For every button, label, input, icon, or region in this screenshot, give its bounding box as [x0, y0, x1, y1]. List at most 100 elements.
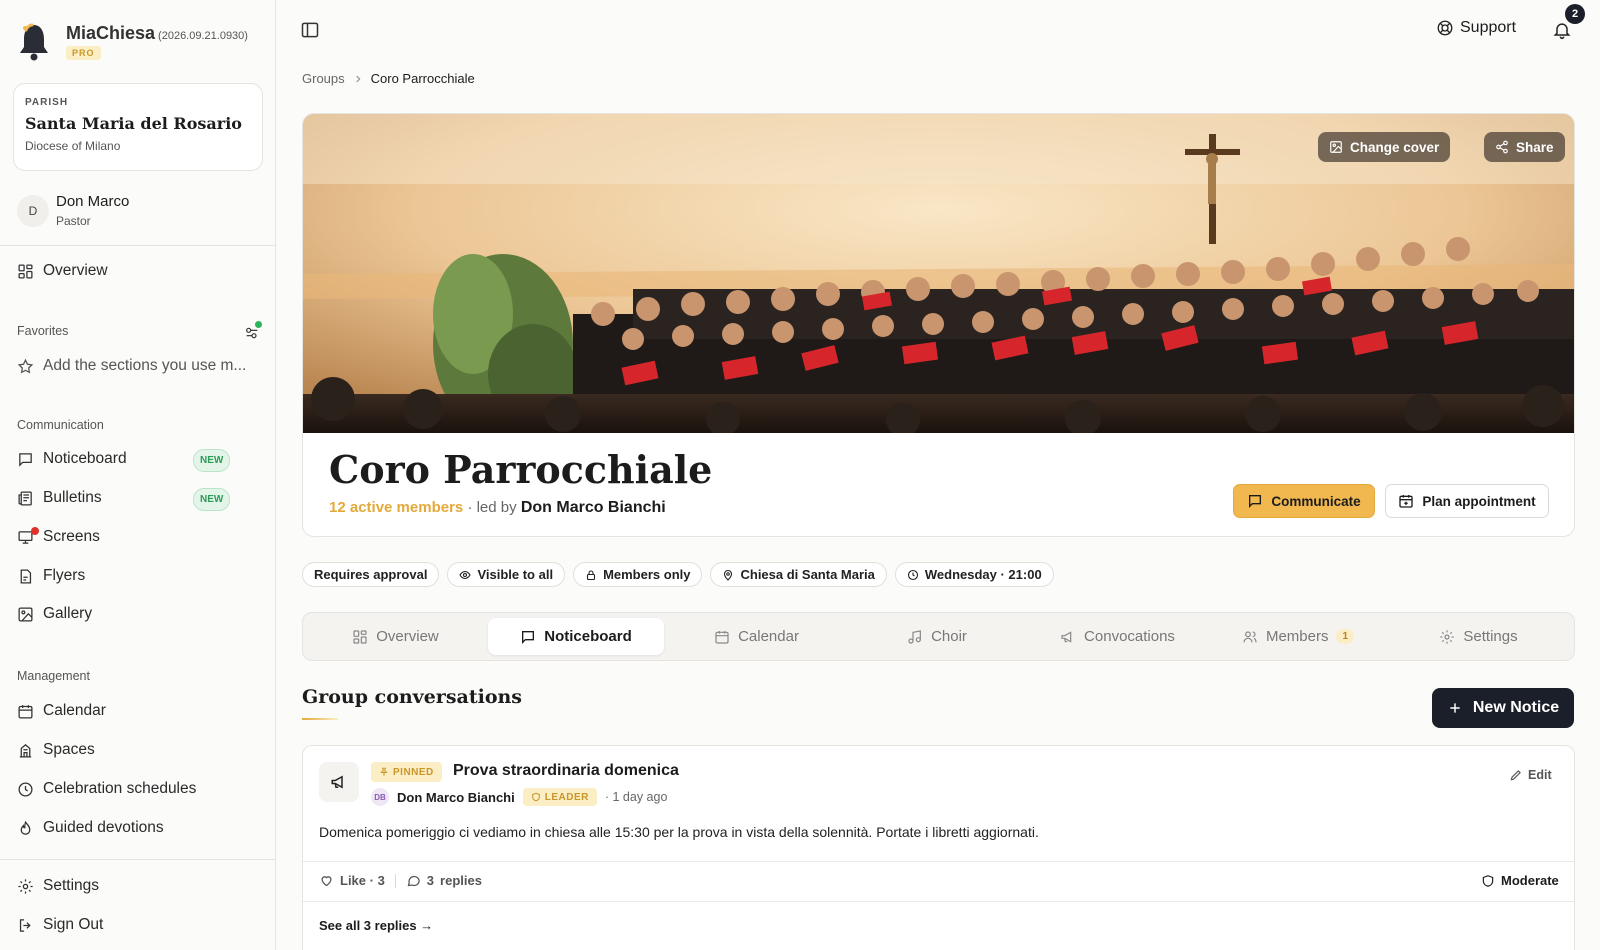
- calendar-icon: [715, 630, 729, 644]
- sidebar-item-settings[interactable]: Settings: [17, 872, 257, 900]
- sidebar-item-label: Spaces: [43, 741, 95, 758]
- share-button[interactable]: Share: [1484, 132, 1565, 162]
- favorites-hint[interactable]: Add the sections you use m...: [17, 352, 257, 380]
- chip-members-only: Members only: [573, 562, 703, 587]
- newspaper-icon: [18, 490, 32, 506]
- image-icon: [18, 606, 33, 622]
- see-all-replies-link[interactable]: See all 3 replies →: [319, 918, 433, 933]
- pinned-badge: PINNED: [371, 762, 442, 782]
- led-by-text: · led by: [467, 499, 517, 516]
- breadcrumb: Groups Coro Parrocchiale: [302, 71, 475, 86]
- notification-bell-icon[interactable]: [1552, 20, 1572, 40]
- parish-card[interactable]: PARISH Santa Maria del Rosario Diocese o…: [13, 83, 263, 171]
- sidebar-item-label: Noticeboard: [43, 450, 127, 467]
- clock-icon: [18, 781, 33, 797]
- support-label: Support: [1460, 19, 1517, 36]
- sidebar-toggle-icon[interactable]: [300, 20, 320, 40]
- tab-convocations[interactable]: Convocations: [1030, 618, 1205, 655]
- avatar: D: [17, 195, 49, 227]
- pin-icon: [380, 767, 388, 776]
- sidebar-item-label: Guided devotions: [43, 819, 164, 836]
- favorites-hint-text: Add the sections you use m...: [43, 357, 247, 374]
- sidebar-item-label: Overview: [43, 262, 108, 279]
- share-label: Share: [1516, 139, 1554, 155]
- change-cover-button[interactable]: Change cover: [1318, 132, 1451, 162]
- chevron-right-icon: [356, 75, 361, 82]
- user-name: Don Marco: [56, 193, 130, 210]
- tab-settings[interactable]: Settings: [1391, 618, 1566, 655]
- active-members-link[interactable]: 12 active members: [329, 499, 463, 516]
- sidebar-item-sign-out[interactable]: Sign Out: [17, 911, 257, 939]
- tab-members[interactable]: Members 1: [1210, 618, 1386, 655]
- new-notice-button[interactable]: New Notice: [1432, 688, 1574, 728]
- group-header-card: Change cover Share Coro Parrocchiale 12 …: [302, 113, 1575, 537]
- chip-label: Visible to all: [477, 567, 554, 582]
- sidebar-item-screens[interactable]: Screens: [17, 523, 257, 551]
- sidebar-item-overview[interactable]: Overview: [17, 257, 257, 285]
- communicate-button[interactable]: Communicate: [1233, 484, 1375, 518]
- author-avatar: DB: [371, 788, 389, 806]
- grid-icon: [18, 263, 33, 279]
- action-separator: [394, 873, 396, 888]
- tab-overview[interactable]: Overview: [308, 618, 483, 655]
- post-actions: Like · 3 3 replies: [319, 873, 482, 888]
- log-out-icon: [19, 918, 31, 932]
- chip-label: Requires approval: [314, 567, 428, 582]
- sidebar-item-label: Calendar: [43, 702, 106, 719]
- author-name[interactable]: Don Marco Bianchi: [397, 790, 515, 805]
- brand[interactable]: MiaChiesa (2026.09.21.0930) PRO: [16, 20, 266, 64]
- user-role: Pastor: [56, 214, 91, 228]
- edit-button[interactable]: Edit: [1509, 768, 1552, 782]
- tab-label: Choir: [931, 628, 967, 645]
- sidebar-item-spaces[interactable]: Spaces: [17, 736, 257, 764]
- tab-label: Overview: [376, 628, 439, 645]
- new-badge: NEW: [193, 488, 231, 511]
- parish-label: PARISH: [25, 97, 69, 108]
- sidebar-item-celebration-schedules[interactable]: Celebration schedules: [17, 775, 257, 803]
- moderate-button[interactable]: Moderate: [1481, 873, 1559, 888]
- tab-choir[interactable]: Choir: [849, 618, 1025, 655]
- calendar-plus-icon: [1399, 495, 1414, 508]
- building-icon: [19, 743, 32, 758]
- flame-icon: [20, 820, 31, 835]
- shield-icon: [531, 792, 540, 802]
- plus-icon: [1450, 703, 1460, 713]
- replies-count: 3: [426, 873, 435, 888]
- sidebar-item-label: Screens: [43, 528, 100, 545]
- plan-badge: PRO: [66, 46, 101, 60]
- top-bar: Support 2: [276, 0, 1600, 60]
- chip-label: Chiesa di Santa Maria: [740, 567, 875, 582]
- like-label: Like · 3: [340, 873, 385, 888]
- notification-count: 2: [1565, 4, 1585, 24]
- change-cover-label: Change cover: [1350, 139, 1440, 155]
- tab-noticeboard[interactable]: Noticeboard: [488, 618, 664, 655]
- like-button[interactable]: Like · 3: [319, 873, 385, 888]
- lifebuoy-icon: [1437, 20, 1453, 36]
- post-time: · 1 day ago: [604, 790, 668, 804]
- sidebar-item-guided-devotions[interactable]: Guided devotions: [17, 814, 257, 842]
- sidebar-item-label: Sign Out: [43, 916, 104, 933]
- replies-label: replies: [440, 873, 482, 888]
- cover-image: Change cover Share: [303, 114, 1574, 433]
- breadcrumb-groups[interactable]: Groups: [302, 71, 345, 86]
- tab-calendar[interactable]: Calendar: [669, 618, 844, 655]
- star-icon: [17, 358, 34, 374]
- user-profile[interactable]: D Don Marco Pastor: [13, 190, 263, 234]
- users-icon: [1243, 630, 1257, 642]
- support-button[interactable]: Support: [1436, 19, 1516, 37]
- management-label: Management: [17, 669, 90, 683]
- sidebar-item-gallery[interactable]: Gallery: [17, 600, 257, 628]
- sidebar-item-label: Bulletins: [43, 489, 102, 506]
- notice-post: PINNED Prova straordinaria domenica DB D…: [302, 745, 1575, 950]
- gear-icon: [1440, 629, 1455, 644]
- message-square-icon: [19, 452, 32, 467]
- message-square-icon: [1249, 495, 1262, 508]
- sidebar-item-calendar[interactable]: Calendar: [17, 697, 257, 725]
- plan-appointment-button[interactable]: Plan appointment: [1385, 484, 1549, 518]
- post-title[interactable]: Prova straordinaria domenica: [453, 762, 679, 780]
- replies-button[interactable]: 3 replies: [406, 873, 482, 888]
- members-count-badge: 1: [1336, 629, 1355, 644]
- alert-dot: [31, 527, 39, 535]
- group-leader-name[interactable]: Don Marco Bianchi: [521, 499, 666, 516]
- sidebar-item-flyers[interactable]: Flyers: [17, 562, 257, 590]
